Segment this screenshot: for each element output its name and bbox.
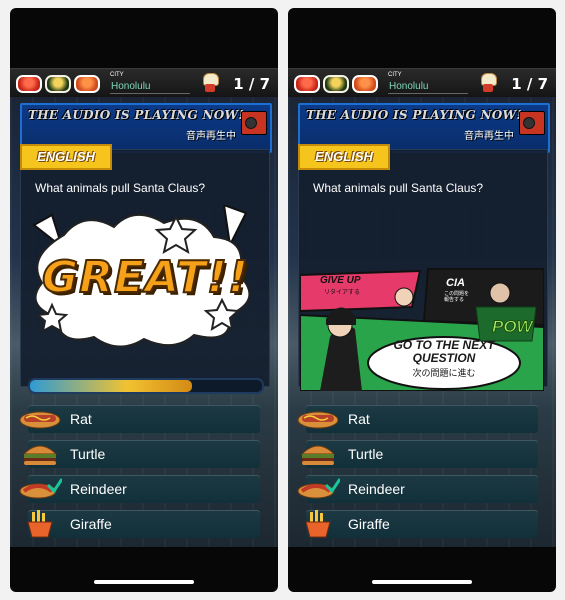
answer-label: Giraffe xyxy=(70,516,112,532)
answer-option-3[interactable]: Reindeer xyxy=(297,475,538,503)
burger-icon xyxy=(22,445,58,465)
burger-icon xyxy=(300,445,336,465)
city-label: CITY xyxy=(388,72,402,78)
language-badge: ENGLISH xyxy=(20,144,112,170)
question-counter: 1 / 7 xyxy=(511,75,548,93)
give-up-button[interactable]: GIVE UP xyxy=(320,275,361,286)
divider xyxy=(110,93,190,94)
audio-banner-subtitle: 音声再生中 xyxy=(464,131,514,142)
top-status-bar: CITY Honolulu 1 / 7 xyxy=(288,68,556,98)
post-answer-menu: GIVE UP リタイアする CIA この問題を 報告する GO TO THE … xyxy=(299,267,545,392)
sushi-icon xyxy=(74,75,100,93)
sushi-icon xyxy=(16,75,42,93)
answer-label: Turtle xyxy=(348,446,384,462)
answer-option-4[interactable]: Giraffe xyxy=(27,510,260,538)
top-status-bar: CITY Honolulu 1 / 7 xyxy=(10,68,278,98)
answer-option-2[interactable]: Turtle xyxy=(300,440,538,468)
answer-option-1[interactable]: Rat xyxy=(297,405,538,433)
audio-banner-subtitle: 音声再生中 xyxy=(186,131,236,142)
great-feedback-burst: GREAT!! xyxy=(24,203,264,355)
answer-timer-bar xyxy=(28,378,264,394)
hotdog-icon xyxy=(297,411,339,429)
audio-banner-title: THE AUDIO IS PLAYING NOW! xyxy=(306,108,522,122)
answer-option-3[interactable]: Reindeer xyxy=(19,475,260,503)
answer-label: Rat xyxy=(70,411,92,427)
city-name: Honolulu xyxy=(389,81,429,92)
answer-option-2[interactable]: Turtle xyxy=(22,440,260,468)
quiz-stage: THE AUDIO IS PLAYING NOW! 音声再生中 ENGLISH … xyxy=(288,97,556,547)
fries-icon xyxy=(27,510,53,538)
timer-fill xyxy=(30,380,193,392)
city-label: CITY xyxy=(110,72,124,78)
city-name: Honolulu xyxy=(111,81,151,92)
give-up-subtitle: リタイアする xyxy=(324,290,361,296)
home-indicator[interactable] xyxy=(94,580,194,584)
audio-banner-title: THE AUDIO IS PLAYING NOW! xyxy=(28,108,244,122)
hotdog-icon xyxy=(19,411,61,429)
answer-option-4[interactable]: Giraffe xyxy=(305,510,538,538)
next-question-subtitle: 次の問題に進む xyxy=(412,368,476,378)
answer-label: Giraffe xyxy=(348,516,390,532)
sausage-icon xyxy=(297,478,340,499)
home-indicator[interactable] xyxy=(372,580,472,584)
radio-icon xyxy=(241,111,267,135)
language-badge: ENGLISH xyxy=(298,144,390,170)
cia-report-subtitle: この問題を 報告する xyxy=(444,291,470,303)
sushi-icon xyxy=(294,75,320,93)
phone-screen-left: CITY Honolulu 1 / 7 THE AUDIO IS PLAYING… xyxy=(10,8,278,592)
great-feedback-text: GREAT!! xyxy=(41,251,250,304)
answer-label: Rat xyxy=(348,411,370,427)
answer-option-1[interactable]: Rat xyxy=(19,405,260,433)
cia-report-button[interactable]: CIA xyxy=(446,277,465,289)
sausage-icon xyxy=(19,478,62,499)
fries-icon xyxy=(305,510,331,538)
sushi-icon xyxy=(352,75,378,93)
question-text: What animals pull Santa Claus? xyxy=(35,181,206,195)
answer-label: Reindeer xyxy=(348,481,405,497)
next-question-button[interactable]: GO TO THE NEXT QUESTION xyxy=(384,339,504,365)
question-text: What animals pull Santa Claus? xyxy=(313,181,484,195)
pow-sticker: POW xyxy=(492,317,534,337)
lucky-cat-icon xyxy=(481,73,497,92)
radio-icon xyxy=(519,111,545,135)
answer-label: Reindeer xyxy=(70,481,127,497)
answer-label: Turtle xyxy=(70,446,106,462)
phone-screen-right: CITY Honolulu 1 / 7 THE AUDIO IS PLAYING… xyxy=(288,8,556,592)
question-counter: 1 / 7 xyxy=(233,75,270,93)
quiz-stage: THE AUDIO IS PLAYING NOW! 音声再生中 ENGLISH … xyxy=(10,97,278,547)
lucky-cat-icon xyxy=(203,73,219,92)
sushi-icon xyxy=(45,75,71,93)
sushi-icon xyxy=(323,75,349,93)
divider xyxy=(388,93,468,94)
